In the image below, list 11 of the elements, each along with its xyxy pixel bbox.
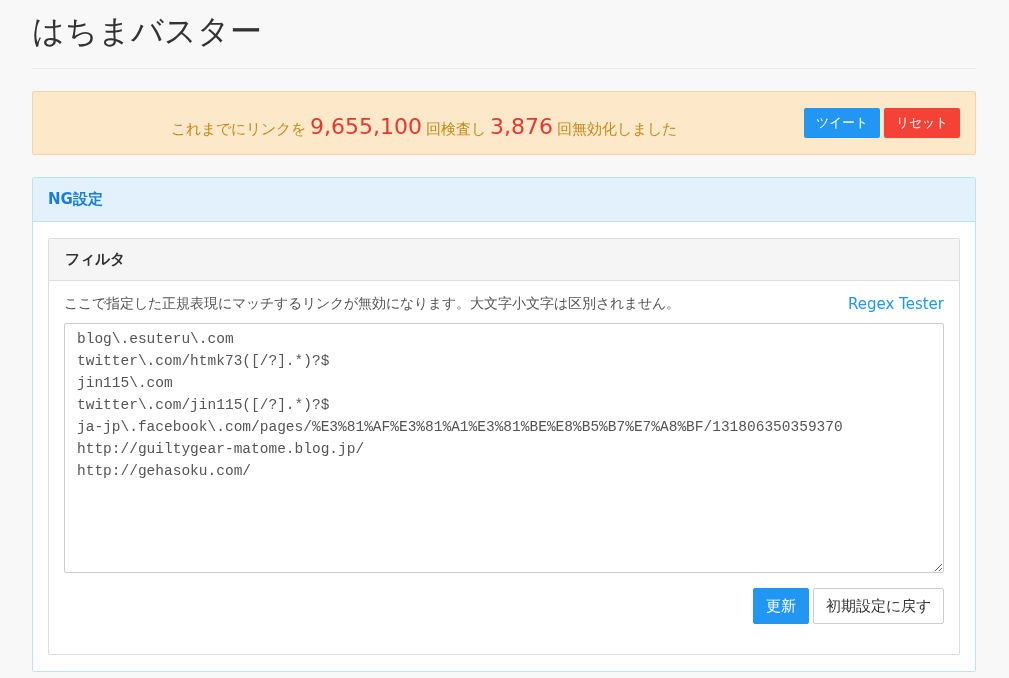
- filter-description: ここで指定した正規表現にマッチするリンクが無効になります。大文字小文字は区別されません。: [64, 295, 680, 313]
- panel-header: NG設定: [33, 178, 975, 222]
- tweet-button[interactable]: ツイート: [804, 108, 880, 138]
- reset-button[interactable]: リセット: [884, 108, 960, 138]
- update-button[interactable]: 更新: [753, 588, 809, 624]
- stats-message: これまでにリンクを 9,655,100 回検査し 3,876 回無効化しました: [170, 112, 678, 139]
- regex-tester-link[interactable]: Regex Tester: [847, 295, 944, 313]
- page-title: はちまバスター: [32, 11, 263, 52]
- restore-defaults-button[interactable]: 初期設定に戻す: [813, 588, 944, 624]
- filter-header: フィルタ: [49, 239, 959, 281]
- filter-textarea[interactable]: blog\.esuteru\.com twitter\.com/htmk73([/?].*)?$ jin115\.com twitter\.com/jin115([/?].*)?$ ja-jp\.facebook\.com/pages/%E3%81%AF%E3%81%A1%E3%81%BE%E8%B5%B7%E7%A8%BF/131806350359370 http://guiltygear-matome.blog.jp/ http://gehasoku.com/: [64, 323, 944, 573]
